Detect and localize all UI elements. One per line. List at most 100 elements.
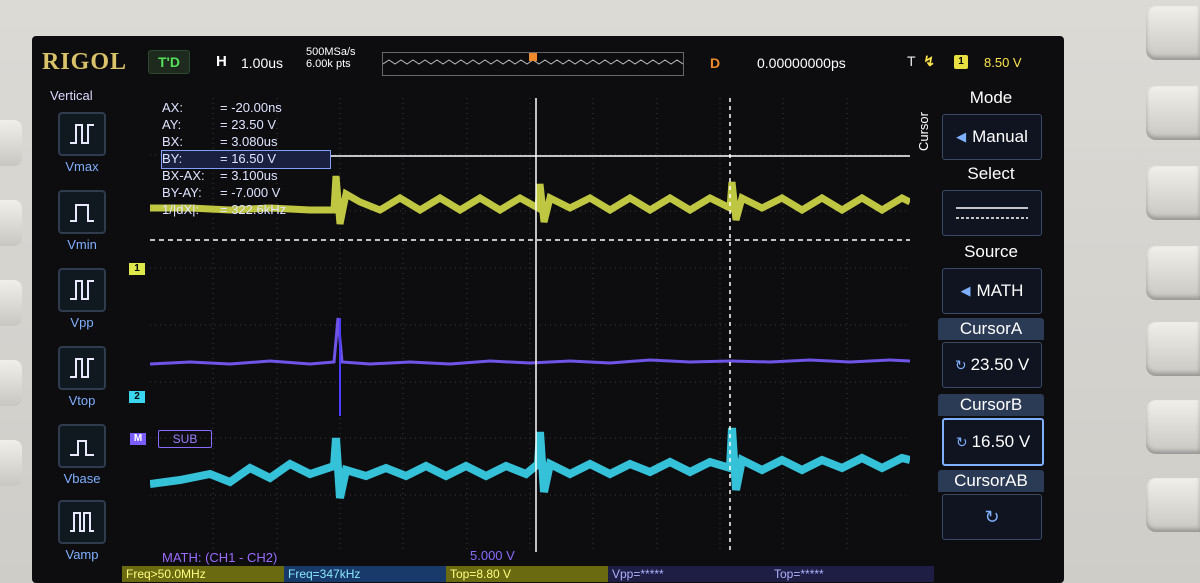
readout-value: = 16.50 V [220, 151, 277, 166]
rotate-knob-icon: ↻ [955, 433, 968, 450]
vbase-label: Vbase [63, 471, 101, 486]
cursor-a-title: CursorA [938, 318, 1044, 340]
memory-overview-bar [382, 52, 684, 76]
mode-selector[interactable]: ◀ Manual [942, 114, 1042, 160]
cursor-a-knob[interactable]: ↻ 23.50 V [942, 342, 1042, 388]
readout-key: BY: [162, 151, 183, 166]
cursor-menu-side-label: Cursor [916, 112, 931, 152]
measure-vbase-button[interactable]: Vbase [52, 424, 112, 486]
cursor-b-knob[interactable]: ↻ 16.50 V [942, 418, 1044, 466]
measure-vmin-button[interactable]: Vmin [52, 190, 112, 252]
measure-vpp: Vpp=***** [608, 566, 772, 582]
rotate-knob-icon: ↻ [984, 506, 1000, 527]
vpp-icon [70, 280, 94, 300]
readout-value: = -7.000 V [220, 185, 281, 200]
measure-softkey-5[interactable] [0, 440, 22, 486]
select-title: Select [967, 164, 1015, 183]
horizontal-label: H [216, 53, 227, 70]
measure-freq-ch2: Freq=347kHz [284, 566, 448, 582]
measure-top-math: Top=***** [770, 566, 934, 582]
timebase-value[interactable]: 1.00us [241, 55, 283, 71]
math-scale[interactable]: 5.000 V [470, 548, 515, 563]
delay-value[interactable]: 0.00000000ps [757, 55, 846, 71]
trigger-label: T [907, 53, 916, 69]
vertical-measure-menu: Vertical Vmax Vmin Vpp Vtop Vbase Vamp [32, 86, 124, 566]
menu-softkey-1[interactable] [1146, 86, 1200, 140]
memory-depth: 6.00k pts [306, 58, 351, 70]
readout-key: AX: [162, 100, 183, 115]
cursor-ab-title: CursorAB [938, 470, 1044, 492]
menu-softkey-0[interactable] [1146, 6, 1200, 60]
readout-row: BY-AY: = -7.000 V [162, 185, 330, 202]
menu-softkey-6[interactable] [1146, 478, 1200, 532]
delay-label: D [710, 55, 721, 71]
measure-vtop-button[interactable]: Vtop [52, 346, 112, 408]
left-arrow-icon: ◀ [956, 129, 967, 144]
vmax-label: Vmax [65, 159, 99, 174]
readout-row: BX: = 3.080us [162, 134, 330, 151]
measure-top-ch1: Top=8.80 V [446, 566, 610, 582]
vamp-icon [70, 512, 94, 532]
source-selector[interactable]: ◀ MATH [942, 268, 1042, 314]
vmax-icon [70, 124, 94, 144]
rotate-knob-icon: ↻ [954, 356, 967, 373]
math-label: MATH: (CH1 - CH2) [162, 550, 278, 565]
cursor-b-title: CursorB [938, 394, 1044, 416]
trigger-edge-icon: ↯ [923, 53, 935, 69]
readout-row-selected: BY: = 16.50 V [161, 150, 331, 169]
measure-softkey-2[interactable] [0, 200, 22, 246]
trigger-source-badge: 1 [954, 55, 968, 69]
horizontal-cursor-select-icon [956, 207, 1028, 219]
vbase-icon [70, 440, 94, 456]
ch2-ground-marker[interactable]: 2 [129, 391, 145, 403]
readout-row: BX-AX: = 3.100us [162, 168, 330, 185]
readout-key: AY: [162, 117, 182, 132]
left-arrow-icon: ◀ [960, 283, 971, 298]
trigger-position-marker [529, 53, 537, 61]
measure-vpp-button[interactable]: Vpp [52, 268, 112, 330]
vpp-label: Vpp [70, 315, 94, 330]
trigger-status-badge: T'D [148, 50, 190, 74]
brand-logo: RIGOL [42, 49, 128, 75]
readout-value: = 3.100us [220, 168, 278, 183]
measure-softkey-3[interactable] [0, 280, 22, 326]
menu-softkey-4[interactable] [1146, 322, 1200, 376]
vamp-label: Vamp [65, 547, 99, 562]
math-ground-marker[interactable]: M [130, 433, 146, 445]
sample-rate: 500MSa/s [306, 46, 356, 58]
vtop-label: Vtop [68, 393, 96, 408]
menu-softkey-2[interactable] [1146, 166, 1200, 220]
readout-value: = 3.080us [220, 134, 278, 149]
oscilloscope-screen: RIGOL T'D H 1.00us 500MSa/s 6.00k pts D … [32, 36, 1064, 583]
readout-value: = 322.6kHz [220, 202, 287, 217]
cursor-a-value: 23.50 V [970, 355, 1030, 374]
vmin-icon [70, 204, 94, 222]
mode-value: Manual [972, 127, 1028, 146]
readout-value: = 23.50 V [220, 117, 277, 132]
trigger-level[interactable]: 8.50 V [984, 55, 1022, 70]
measure-freq-ch1: Freq>50.0MHz [122, 566, 286, 582]
source-value: MATH [976, 281, 1024, 300]
vtop-icon [70, 358, 94, 378]
measure-softkey-4[interactable] [0, 360, 22, 406]
cursor-readout-panel: AX: = -20.00ns AY: = 23.50 V BX: = 3.080us … [161, 100, 331, 219]
measure-vmax-button[interactable]: Vmax [52, 112, 112, 174]
menu-softkey-5[interactable] [1146, 400, 1200, 454]
readout-key: BX-AX: [162, 168, 205, 183]
vertical-menu-title: Vertical [50, 88, 93, 103]
math-operator-tag: SUB [158, 430, 212, 448]
cursor-ab-knob[interactable]: ↻ [942, 494, 1042, 540]
acquisition-info: 500MSa/s 6.00k pts [306, 46, 356, 70]
source-title: Source [964, 242, 1018, 261]
readout-key: BY-AY: [162, 185, 202, 200]
select-button[interactable] [942, 190, 1042, 236]
ch1-ground-marker[interactable]: 1 [129, 263, 145, 275]
measure-softkey-1[interactable] [0, 120, 22, 166]
readout-key: BX: [162, 134, 183, 149]
trigger-info: T ↯ [907, 53, 935, 70]
status-bar: RIGOL T'D H 1.00us 500MSa/s 6.00k pts D … [32, 36, 1064, 86]
mode-title: Mode [969, 88, 1013, 107]
menu-softkey-3[interactable] [1146, 246, 1200, 300]
readout-key: 1/|dX|: [162, 202, 200, 217]
measure-vamp-button[interactable]: Vamp [52, 500, 112, 562]
